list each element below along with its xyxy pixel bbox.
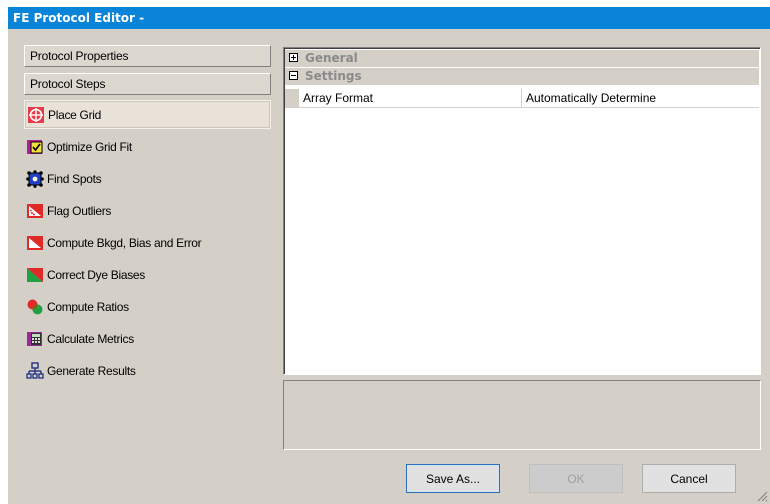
column-divider[interactable] (521, 89, 522, 107)
optimize-grid-fit-icon (26, 138, 44, 156)
generate-results-icon (26, 361, 44, 380)
category-label: General (305, 51, 358, 65)
expand-icon[interactable] (289, 53, 298, 62)
flag-outliers-icon (26, 202, 44, 220)
collapse-icon[interactable] (289, 71, 298, 80)
ok-button[interactable]: OK (529, 464, 623, 493)
step-calculate-metrics[interactable]: Calculate Metrics (24, 324, 271, 353)
step-correct-dye-biases[interactable]: Correct Dye Biases (24, 260, 271, 289)
property-grid[interactable]: General Settings Array Format Automatica… (283, 47, 761, 375)
protocol-editor-window: FE Protocol Editor - Protocol Properties… (8, 7, 770, 504)
protocol-properties-button[interactable]: Protocol Properties (24, 45, 271, 67)
compute-bkgd-icon (26, 234, 44, 252)
correct-dye-biases-icon (26, 266, 44, 284)
property-name: Array Format (303, 91, 374, 105)
calculate-metrics-icon (26, 330, 44, 348)
step-label: Generate Results (47, 363, 136, 378)
category-general[interactable]: General (285, 50, 759, 67)
compute-ratios-icon (26, 298, 44, 316)
property-row-array-format[interactable]: Array Format Automatically Determine (285, 89, 759, 108)
resize-grip-icon[interactable] (756, 490, 768, 502)
category-label: Settings (305, 69, 362, 83)
step-compute-ratios[interactable]: Compute Ratios (24, 292, 271, 321)
title-bar[interactable]: FE Protocol Editor - (8, 7, 770, 29)
step-optimize-grid-fit[interactable]: Optimize Grid Fit (24, 132, 271, 161)
step-label: Compute Bkgd, Bias and Error (47, 235, 202, 250)
step-label: Find Spots (47, 171, 102, 186)
row-gutter (285, 89, 299, 107)
place-grid-icon (27, 106, 45, 124)
cancel-button[interactable]: Cancel (642, 464, 736, 493)
step-label: Compute Ratios (47, 299, 129, 314)
step-label: Correct Dye Biases (47, 267, 145, 282)
property-value[interactable]: Automatically Determine (526, 89, 656, 107)
step-generate-results[interactable]: Generate Results (24, 356, 271, 385)
save-as-button[interactable]: Save As... (406, 464, 500, 493)
step-compute-bkgd[interactable]: Compute Bkgd, Bias and Error (24, 228, 271, 257)
step-label: Place Grid (48, 107, 102, 122)
find-spots-icon (26, 169, 44, 188)
step-find-spots[interactable]: Find Spots (24, 164, 271, 193)
row-divider (285, 107, 759, 108)
step-flag-outliers[interactable]: Flag Outliers (24, 196, 271, 225)
category-settings[interactable]: Settings (285, 68, 759, 85)
window-title: FE Protocol Editor - (13, 11, 145, 25)
step-label: Flag Outliers (47, 203, 112, 218)
step-place-grid[interactable]: Place Grid (24, 100, 271, 129)
description-panel (283, 380, 761, 450)
step-label: Calculate Metrics (47, 331, 134, 346)
protocol-steps-button[interactable]: Protocol Steps (24, 73, 271, 95)
step-label: Optimize Grid Fit (47, 139, 132, 154)
